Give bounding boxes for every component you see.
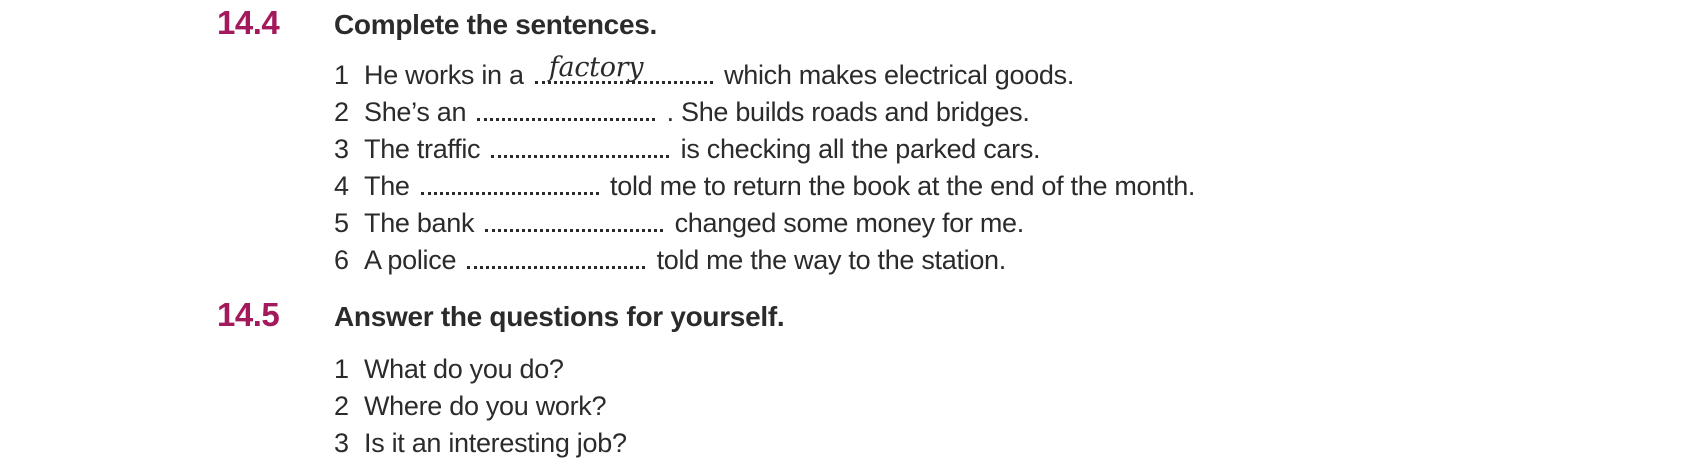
item-number: 1: [334, 60, 349, 90]
question-text: What do you do?: [364, 354, 564, 384]
sentence-item: 2 She’s an . She builds roads and bridges…: [334, 94, 1195, 131]
item-number: 1: [334, 354, 349, 384]
item-number: 6: [334, 245, 349, 275]
item-number: 2: [334, 97, 349, 127]
sentence-item: 4 The told me to return the book at the e…: [334, 168, 1195, 205]
sentence-before: The traffic: [364, 134, 481, 164]
sentence-after: changed some money for me.: [674, 208, 1025, 238]
answer-blank[interactable]: [491, 135, 670, 158]
exercise-title: Answer the questions for yourself.: [334, 301, 785, 332]
sentence-after: . She builds roads and bridges.: [666, 97, 1030, 127]
item-number: 3: [334, 428, 349, 458]
sentence-item: 6 A police told me the way to the station…: [334, 242, 1195, 279]
question-list: 1 What do you do? 2 Where do you work? 3 Is…: [334, 351, 627, 462]
sentence-after: told me the way to the station.: [656, 245, 1007, 275]
sentence-after: is checking all the parked cars.: [680, 134, 1041, 164]
question-item: 3 Is it an interesting job?: [334, 425, 627, 462]
exercise-number: 14.5: [217, 296, 280, 333]
sentence-after: told me to return the book at the end of…: [610, 171, 1196, 201]
exercise-title: Complete the sentences.: [334, 9, 657, 40]
question-item: 2 Where do you work?: [334, 388, 627, 425]
question-text: Where do you work?: [364, 391, 607, 421]
handwritten-answer: factory: [548, 52, 644, 83]
question-text: Is it an interesting job?: [364, 428, 627, 458]
sentence-item: 3 The traffic is checking all the parked …: [334, 131, 1195, 168]
answer-blank[interactable]: [467, 246, 646, 269]
item-number: 5: [334, 208, 349, 238]
item-number: 4: [334, 171, 349, 201]
item-number: 2: [334, 391, 349, 421]
answer-blank[interactable]: [477, 98, 656, 121]
answer-blank[interactable]: [485, 209, 664, 232]
sentence-before: He works in a: [364, 60, 524, 90]
sentence-item: 1 He works in a factory which makes elect…: [334, 54, 1195, 94]
answer-blank[interactable]: [420, 172, 599, 195]
sentence-before: The bank: [364, 208, 475, 238]
sentence-after: which makes electrical goods.: [724, 60, 1075, 90]
sentence-before: She’s an: [364, 97, 467, 127]
question-item: 1 What do you do?: [334, 351, 627, 388]
sentence-before: A police: [364, 245, 457, 275]
answer-blank[interactable]: factory: [534, 54, 713, 84]
sentence-item: 5 The bank changed some money for me.: [334, 205, 1195, 242]
sentence-before: The: [364, 171, 410, 201]
item-number: 3: [334, 134, 349, 164]
sentence-list: 1 He works in a factory which makes elect…: [334, 54, 1195, 279]
exercise-number: 14.4: [217, 4, 280, 41]
